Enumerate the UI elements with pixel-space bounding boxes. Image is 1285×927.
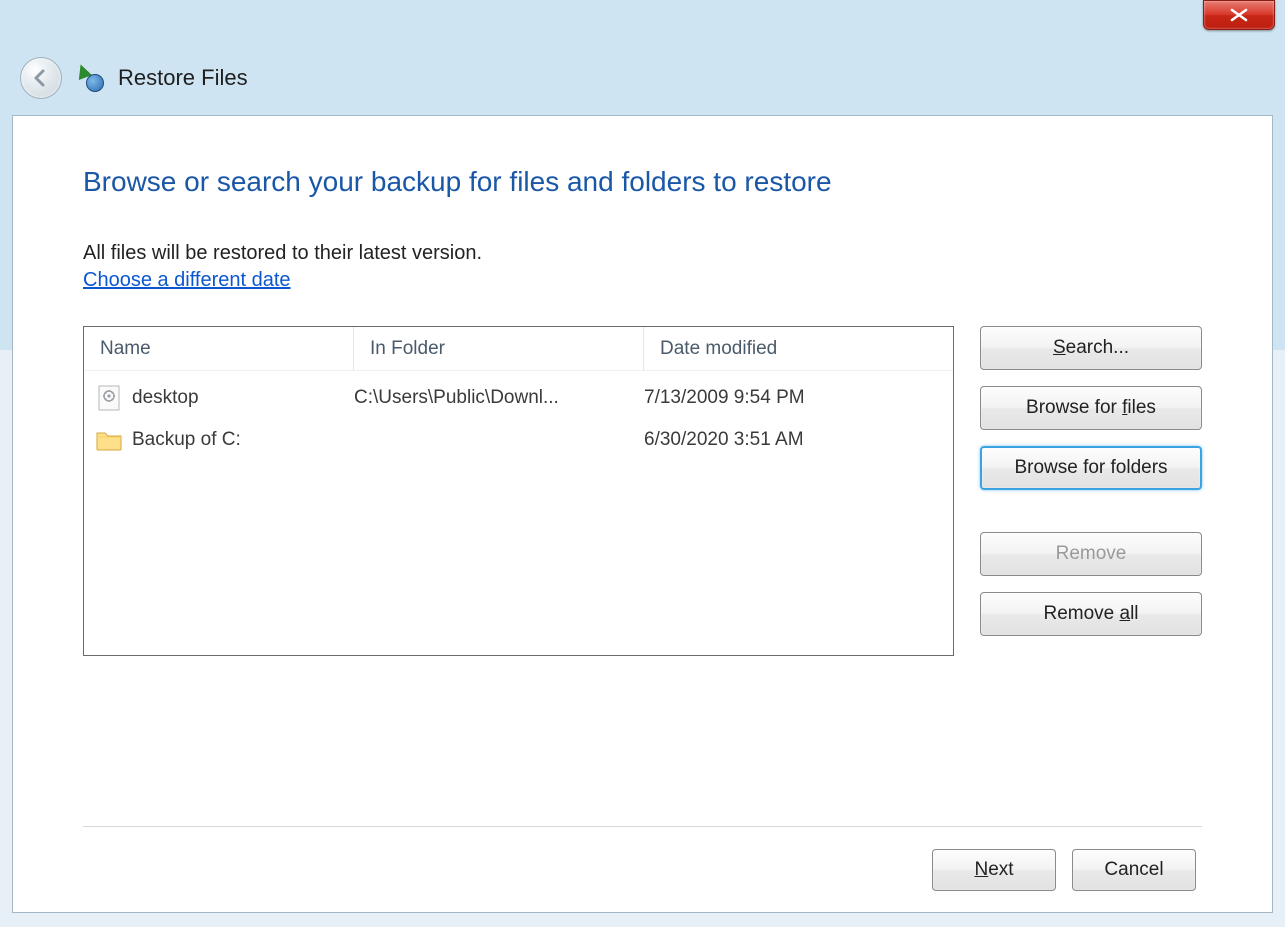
list-item-name: desktop — [132, 387, 199, 409]
middle-row: Name In Folder Date modified — [83, 326, 1202, 656]
wizard-footer: Next Cancel — [83, 826, 1202, 912]
restore-files-window: Restore Files Browse or search your back… — [0, 0, 1285, 927]
list-item-folder: C:\Users\Public\Downl... — [354, 387, 644, 409]
content-panel: Browse or search your backup for files a… — [12, 115, 1273, 913]
list-item-name: Backup of C: — [132, 429, 241, 451]
column-header-folder[interactable]: In Folder — [354, 327, 644, 370]
column-header-name[interactable]: Name — [84, 327, 354, 370]
list-header: Name In Folder Date modified — [84, 327, 953, 371]
file-list[interactable]: Name In Folder Date modified — [83, 326, 954, 656]
page-subtext: All files will be restored to their late… — [83, 242, 1202, 265]
next-button[interactable]: Next — [932, 849, 1056, 891]
list-item-date: 7/13/2009 9:54 PM — [644, 387, 941, 409]
titlebar — [0, 0, 1285, 40]
remove-all-button[interactable]: Remove all — [980, 592, 1202, 636]
remove-button: Remove — [980, 532, 1202, 576]
window-title: Restore Files — [118, 65, 248, 91]
search-button[interactable]: Search... — [980, 326, 1202, 370]
browse-files-button[interactable]: Browse for files — [980, 386, 1202, 430]
header-bar: Restore Files — [0, 40, 1285, 115]
choose-date-link[interactable]: Choose a different date — [83, 269, 1202, 292]
ini-file-icon — [96, 383, 122, 413]
restore-files-icon — [76, 64, 104, 92]
close-button[interactable] — [1203, 0, 1275, 30]
close-icon — [1230, 8, 1248, 22]
cancel-button[interactable]: Cancel — [1072, 849, 1196, 891]
page-heading: Browse or search your backup for files a… — [83, 166, 1202, 198]
folder-icon — [96, 425, 122, 455]
list-item-date: 6/30/2020 3:51 AM — [644, 429, 941, 451]
side-buttons: Search... Browse for files Browse for fo… — [980, 326, 1202, 656]
column-header-date[interactable]: Date modified — [644, 327, 953, 370]
back-arrow-icon — [30, 67, 52, 89]
list-body: desktop C:\Users\Public\Downl... 7/13/20… — [84, 371, 953, 467]
back-button[interactable] — [20, 57, 62, 99]
list-item[interactable]: Backup of C: 6/30/2020 3:51 AM — [84, 419, 953, 461]
list-item[interactable]: desktop C:\Users\Public\Downl... 7/13/20… — [84, 377, 953, 419]
browse-folders-button[interactable]: Browse for folders — [980, 446, 1202, 490]
